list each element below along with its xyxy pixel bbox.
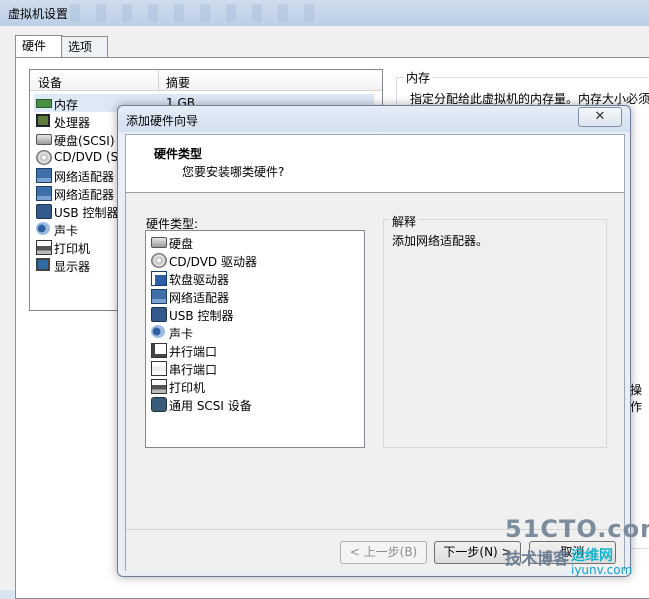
hw-item-printer[interactable]: 打印机 <box>150 377 360 395</box>
wizard-header-title: 硬件类型 <box>154 147 203 161</box>
wizard-body: 硬件类型 您要安装哪类硬件? 硬件类型: 硬盘 CD/DVD 驱动器 软盘驱动器 <box>125 134 625 571</box>
tab-options[interactable]: 选项 <box>61 36 108 57</box>
hw-item-parallel-port[interactable]: 并行端口 <box>150 341 360 359</box>
hard-disk-icon <box>151 237 167 248</box>
device-name: 内存 <box>54 98 79 112</box>
hw-item-serial-port[interactable]: 串行端口 <box>150 359 360 377</box>
column-device[interactable]: 设备 <box>38 74 62 91</box>
watermark-brand: 运维网 <box>571 548 613 564</box>
sound-card-icon <box>151 325 165 338</box>
device-name: 显示器 <box>54 260 91 274</box>
add-hardware-wizard: 添加硬件向导 ✕ 硬件类型 您要安装哪类硬件? 硬件类型: 硬盘 CD/DVD … <box>117 105 631 577</box>
side-operation-label: 操作 <box>630 383 643 414</box>
watermark-domain: iyunv.com <box>571 563 633 577</box>
hard-disk-icon <box>36 134 52 145</box>
cpu-icon <box>36 114 50 127</box>
device-name: 硬盘(SCSI) <box>54 134 115 148</box>
explanation-title: 解释 <box>390 213 419 230</box>
hardware-type-list[interactable]: 硬盘 CD/DVD 驱动器 软盘驱动器 网络适配器 USB 控制器 声卡 并行端… <box>145 230 365 448</box>
window-title: 虚拟机设置 <box>8 7 69 21</box>
printer-icon <box>151 379 167 394</box>
parallel-port-icon <box>151 343 167 358</box>
hw-item-label: 软盘驱动器 <box>169 273 230 287</box>
wizard-content: 硬件类型: 硬盘 CD/DVD 驱动器 软盘驱动器 网络适配器 USB 控制器 … <box>126 193 624 529</box>
device-name: 处理器 <box>54 116 91 130</box>
watermark: 51CTO.com 技术博客 运维网 iyunv.com <box>505 515 649 585</box>
explanation-box: 解释 添加网络适配器。 <box>383 213 607 448</box>
hw-item-usb[interactable]: USB 控制器 <box>150 305 360 323</box>
wizard-header: 硬件类型 您要安装哪类硬件? <box>126 135 624 193</box>
hw-item-label: USB 控制器 <box>169 309 234 323</box>
display-icon <box>36 258 50 271</box>
hw-item-label: 打印机 <box>169 381 206 395</box>
floppy-icon <box>151 271 167 286</box>
serial-port-icon <box>151 361 167 376</box>
hw-item-floppy[interactable]: 软盘驱动器 <box>150 269 360 287</box>
device-name: 网络适配器 <box>54 170 115 184</box>
background-toolbar <box>70 4 330 22</box>
device-name: 声卡 <box>54 224 79 238</box>
hw-item-label: 通用 SCSI 设备 <box>169 399 252 413</box>
usb-icon <box>36 204 52 219</box>
hw-item-sound[interactable]: 声卡 <box>150 323 360 341</box>
hw-item-label: 串行端口 <box>169 363 218 377</box>
watermark-site: 51CTO.com <box>505 515 649 543</box>
device-name: CD/DVD (SA <box>54 150 127 164</box>
network-adapter-icon <box>36 168 52 183</box>
device-list-header: 设备 摘要 <box>30 70 382 91</box>
scsi-icon <box>151 397 167 412</box>
device-name: 网络适配器 <box>54 188 115 202</box>
hw-item-label: CD/DVD 驱动器 <box>169 255 257 269</box>
wizard-title-bar: 添加硬件向导 ✕ <box>118 106 630 132</box>
network-adapter-icon <box>36 186 52 201</box>
cd-dvd-icon <box>36 150 52 165</box>
title-bar: 虚拟机设置 <box>0 0 649 26</box>
device-name: USB 控制器 <box>54 206 119 220</box>
usb-icon <box>151 307 167 322</box>
close-button[interactable]: ✕ <box>578 107 622 127</box>
hw-item-cd-dvd[interactable]: CD/DVD 驱动器 <box>150 251 360 269</box>
column-summary[interactable]: 摘要 <box>166 74 190 91</box>
tab-hardware[interactable]: 硬件 <box>15 35 63 58</box>
memory-icon <box>36 99 52 108</box>
wizard-title: 添加硬件向导 <box>126 114 199 128</box>
back-button[interactable]: < 上一步(B) <box>340 541 427 564</box>
printer-icon <box>36 240 52 255</box>
cd-dvd-icon <box>151 253 167 268</box>
hw-item-network-adapter[interactable]: 网络适配器 <box>150 287 360 305</box>
hw-item-label: 并行端口 <box>169 345 218 359</box>
watermark-blog: 技术博客 <box>505 549 570 568</box>
hw-item-scsi[interactable]: 通用 SCSI 设备 <box>150 395 360 413</box>
column-separator <box>158 70 159 90</box>
hw-item-label: 网络适配器 <box>169 291 230 305</box>
hw-item-hard-disk[interactable]: 硬盘 <box>150 233 360 251</box>
sound-card-icon <box>36 222 50 235</box>
network-adapter-icon <box>151 289 167 304</box>
device-name: 打印机 <box>54 242 91 256</box>
explanation-text: 添加网络适配器。 <box>392 234 489 248</box>
wizard-header-subtitle: 您要安装哪类硬件? <box>182 165 285 179</box>
hw-item-label: 硬盘 <box>169 237 194 251</box>
close-icon: ✕ <box>594 109 606 124</box>
hw-item-label: 声卡 <box>169 327 194 341</box>
memory-group-title: 内存 <box>404 69 433 86</box>
